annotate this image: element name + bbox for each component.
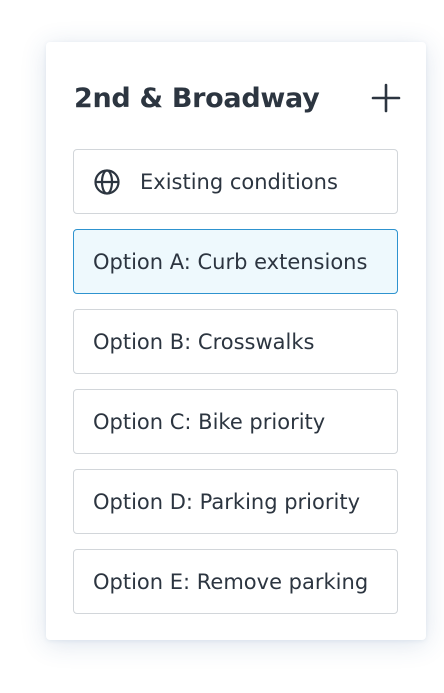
option-label: Option C: Bike priority xyxy=(93,409,326,434)
add-option-button[interactable] xyxy=(370,82,402,114)
option-d-parking-priority[interactable]: Option D: Parking priority xyxy=(73,469,398,534)
option-c-bike-priority[interactable]: Option C: Bike priority xyxy=(73,389,398,454)
panel-header: 2nd & Broadway xyxy=(74,78,401,118)
plus-icon xyxy=(371,83,401,113)
option-existing-conditions[interactable]: Existing conditions xyxy=(73,149,398,214)
option-label: Option B: Crosswalks xyxy=(93,329,315,354)
option-label: Option E: Remove parking xyxy=(93,569,369,594)
option-label: Existing conditions xyxy=(140,169,338,194)
option-e-remove-parking[interactable]: Option E: Remove parking xyxy=(73,549,398,614)
globe-icon xyxy=(93,168,121,196)
option-a-curb-extensions[interactable]: Option A: Curb extensions xyxy=(73,229,398,294)
option-list: Existing conditions Option A: Curb exten… xyxy=(73,149,398,629)
option-label: Option A: Curb extensions xyxy=(93,249,368,274)
option-label: Option D: Parking priority xyxy=(93,489,360,514)
scenario-panel: 2nd & Broadway Existing conditions Optio… xyxy=(46,42,426,640)
option-b-crosswalks[interactable]: Option B: Crosswalks xyxy=(73,309,398,374)
panel-title: 2nd & Broadway xyxy=(74,82,320,114)
